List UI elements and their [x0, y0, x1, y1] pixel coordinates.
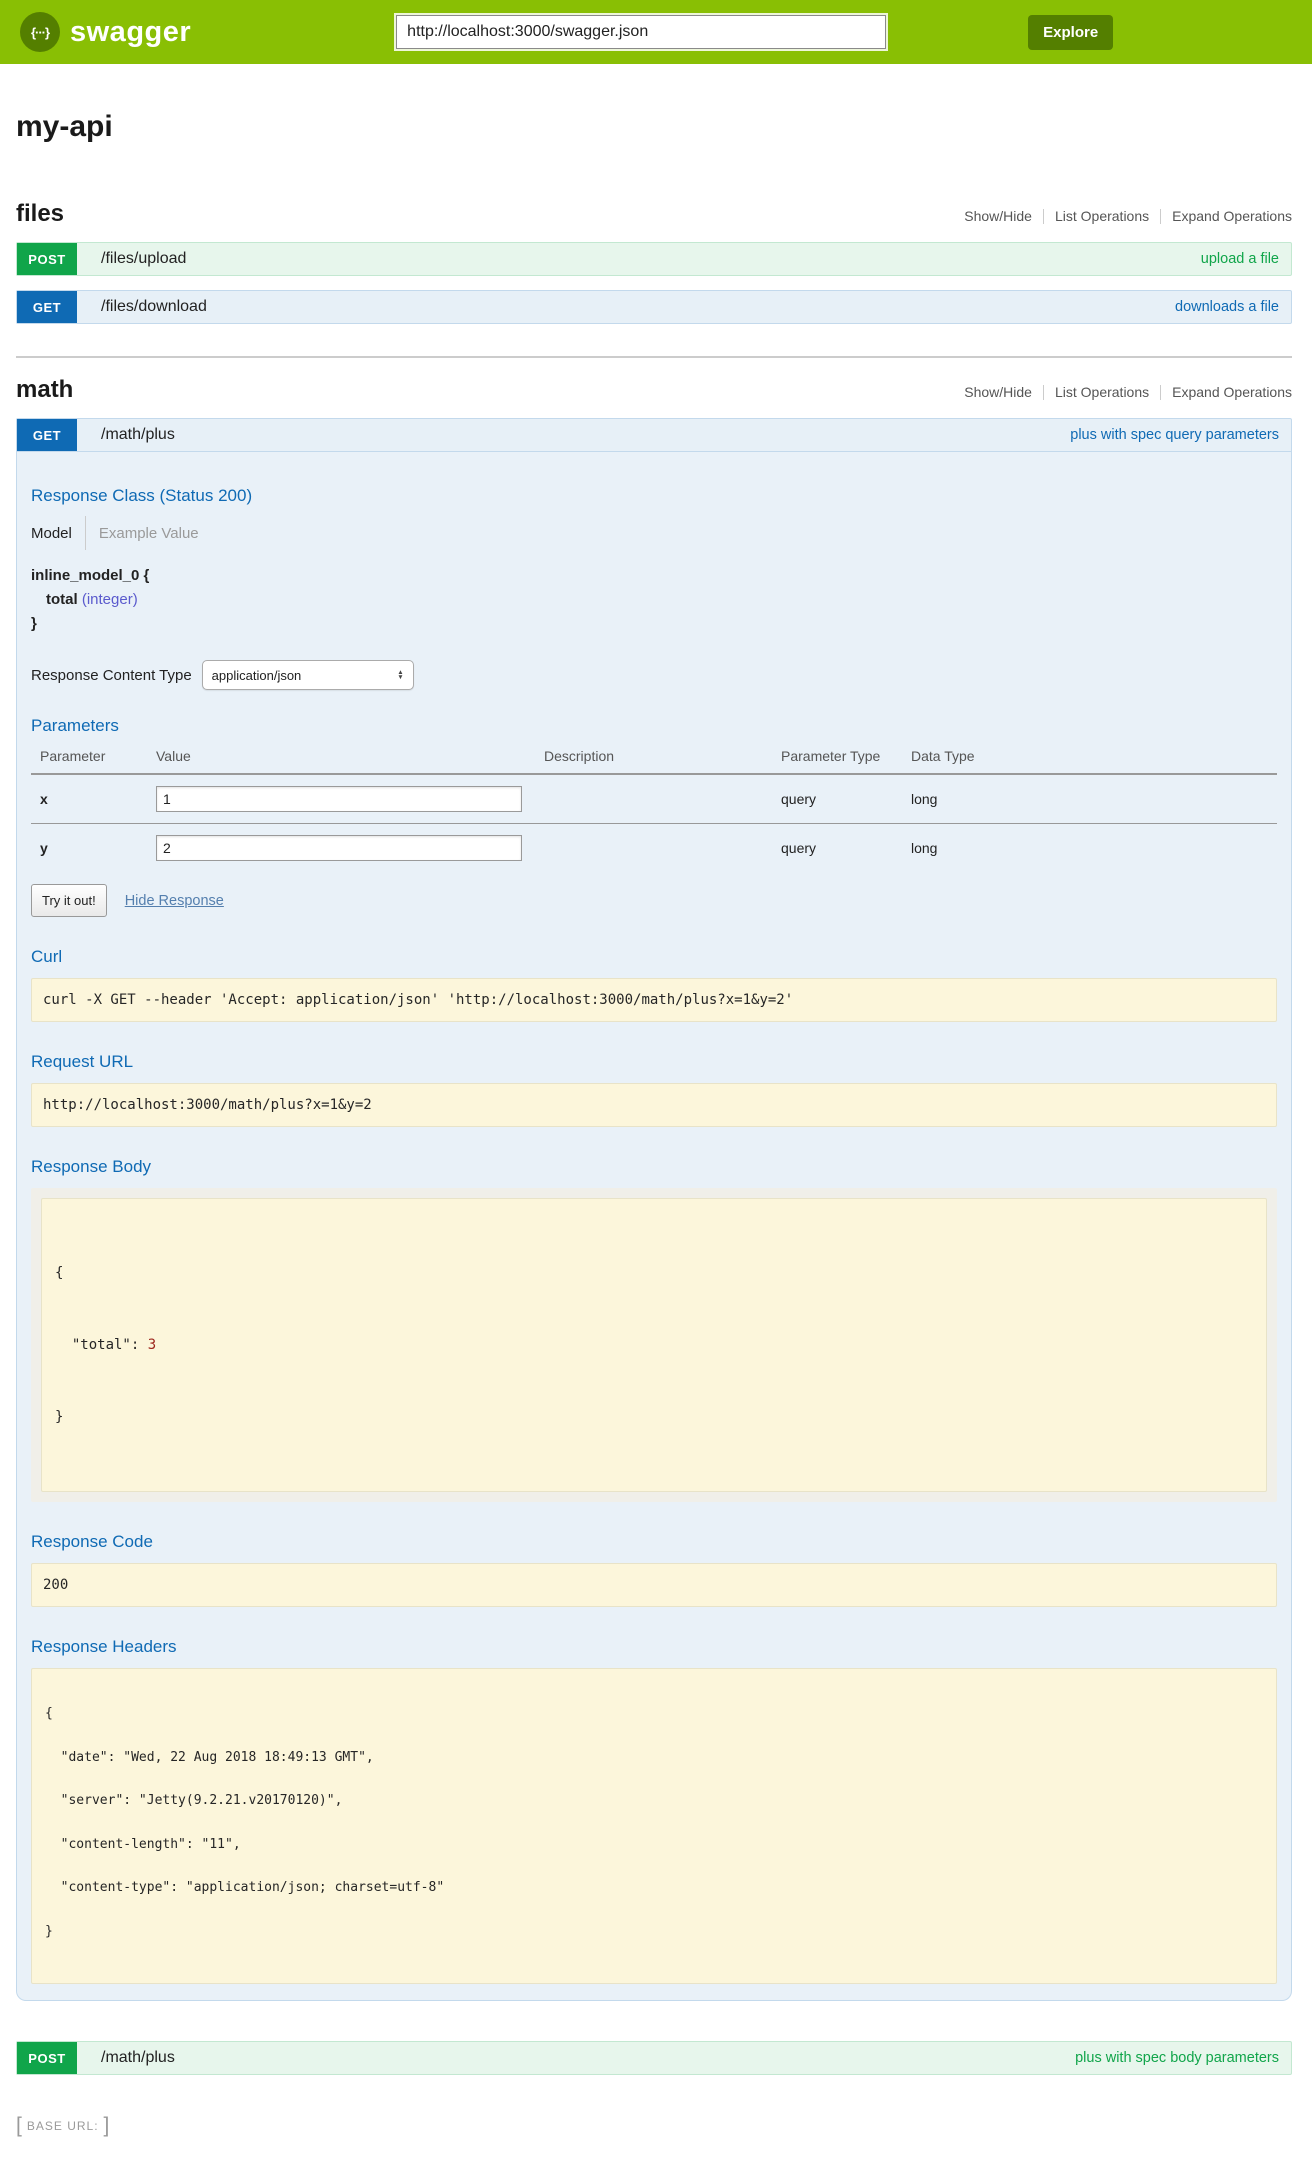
param-y-value-input[interactable]: [156, 835, 522, 861]
try-it-out-button[interactable]: Try it out!: [31, 884, 107, 917]
model-property-name: total: [46, 591, 78, 608]
math-section-header: math Show/Hide List Operations Expand Op…: [16, 376, 1292, 404]
get-math-plus-detail-panel: Response Class (Status 200) Model Exampl…: [16, 452, 1292, 2001]
col-header-data-type: Data Type: [911, 742, 1277, 774]
math-section: math Show/Hide List Operations Expand Op…: [16, 376, 1292, 2075]
tab-example-value[interactable]: Example Value: [86, 525, 199, 542]
request-url-heading: Request URL: [31, 1052, 1277, 1072]
operation-summary[interactable]: plus with spec query parameters: [1070, 427, 1279, 443]
param-data-type: long: [911, 824, 1277, 873]
response-body-frame: { "total": 3 }: [31, 1188, 1277, 1502]
response-body-value: 3: [148, 1337, 156, 1353]
model-signature: inline_model_0 { total (integer) }: [31, 564, 1277, 636]
operation-row-post-files-upload[interactable]: POST /files/upload upload a file: [16, 242, 1292, 276]
hide-response-link[interactable]: Hide Response: [125, 893, 224, 909]
selected-content-type: application/json: [212, 668, 302, 683]
col-header-description: Description: [544, 742, 781, 774]
math-list-operations-link[interactable]: List Operations: [1044, 384, 1160, 400]
response-headers-box: { "date": "Wed, 22 Aug 2018 18:49:13 GMT…: [31, 1668, 1277, 1984]
files-expand-operations-link[interactable]: Expand Operations: [1161, 208, 1292, 224]
response-content-type-label: Response Content Type: [31, 667, 192, 684]
response-code-heading: Response Code: [31, 1532, 1277, 1552]
top-bar: {···} swagger Explore: [0, 0, 1312, 64]
get-method-badge[interactable]: GET: [17, 291, 77, 323]
tab-model[interactable]: Model: [31, 525, 85, 542]
response-class-heading: Response Class (Status 200): [31, 486, 1277, 506]
operation-summary[interactable]: plus with spec body parameters: [1075, 2050, 1279, 2066]
curl-heading: Curl: [31, 947, 1277, 967]
operation-path[interactable]: /math/plus: [101, 426, 175, 444]
param-description: [544, 824, 781, 873]
param-type: query: [781, 824, 911, 873]
math-section-links: Show/Hide List Operations Expand Operati…: [953, 384, 1292, 400]
operation-path[interactable]: /files/upload: [101, 250, 186, 268]
response-body-heading: Response Body: [31, 1157, 1277, 1177]
get-method-badge[interactable]: GET: [17, 419, 77, 451]
param-name: x: [31, 774, 156, 824]
response-content-type-select[interactable]: application/json ▲ ▼: [202, 660, 414, 690]
math-expand-operations-link[interactable]: Expand Operations: [1161, 384, 1292, 400]
response-class-tabs: Model Example Value: [31, 516, 1277, 550]
param-row-x: x query long: [31, 774, 1277, 824]
curl-command-box: curl -X GET --header 'Accept: applicatio…: [31, 978, 1277, 1022]
param-type: query: [781, 774, 911, 824]
swagger-logo[interactable]: {···} swagger: [20, 12, 191, 52]
main-content: my-api files Show/Hide List Operations E…: [0, 110, 1312, 2165]
col-header-parameter-type: Parameter Type: [781, 742, 911, 774]
param-data-type: long: [911, 774, 1277, 824]
param-x-value-input[interactable]: [156, 786, 522, 812]
operation-row-get-math-plus[interactable]: GET /math/plus plus with spec query para…: [16, 418, 1292, 452]
response-content-type-row: Response Content Type application/json ▲…: [31, 660, 1277, 690]
post-method-badge[interactable]: POST: [17, 2042, 77, 2074]
files-list-operations-link[interactable]: List Operations: [1044, 208, 1160, 224]
response-body-box: { "total": 3 }: [41, 1198, 1267, 1492]
request-url-box: http://localhost:3000/math/plus?x=1&y=2: [31, 1083, 1277, 1127]
swagger-logo-text: swagger: [70, 16, 191, 49]
post-method-badge[interactable]: POST: [17, 243, 77, 275]
operation-path[interactable]: /math/plus: [101, 2049, 175, 2067]
model-property-type: (integer): [82, 591, 138, 608]
response-headers-heading: Response Headers: [31, 1637, 1277, 1657]
param-name: y: [31, 824, 156, 873]
model-property: total (integer): [31, 588, 1277, 612]
operation-row-post-math-plus[interactable]: POST /math/plus plus with spec body para…: [16, 2041, 1292, 2075]
operation-summary[interactable]: upload a file: [1201, 251, 1279, 267]
col-header-parameter: Parameter: [31, 742, 156, 774]
select-arrows-icon: ▲ ▼: [397, 670, 403, 681]
base-url-bracket-open: [: [16, 2117, 22, 2135]
parameters-table: Parameter Value Description Parameter Ty…: [31, 742, 1277, 872]
math-section-title[interactable]: math: [16, 376, 73, 404]
files-section-title[interactable]: files: [16, 200, 64, 228]
try-it-out-row: Try it out! Hide Response: [31, 884, 1277, 917]
response-code-box: 200: [31, 1563, 1277, 1607]
col-header-value: Value: [156, 742, 544, 774]
math-show-hide-link[interactable]: Show/Hide: [953, 384, 1043, 400]
files-section: files Show/Hide List Operations Expand O…: [16, 200, 1292, 324]
resource-divider: [16, 356, 1292, 358]
operation-path[interactable]: /files/download: [101, 298, 207, 316]
model-close-line: }: [31, 612, 1277, 636]
operation-row-get-files-download[interactable]: GET /files/download downloads a file: [16, 290, 1292, 324]
swagger-logo-icon: {···}: [20, 12, 60, 52]
files-section-header: files Show/Hide List Operations Expand O…: [16, 200, 1292, 228]
base-url-footer: [ BASE URL: ]: [16, 2117, 1292, 2135]
param-description: [544, 774, 781, 824]
parameters-heading: Parameters: [31, 716, 1277, 736]
operation-summary[interactable]: downloads a file: [1175, 299, 1279, 315]
model-open-line: inline_model_0 {: [31, 564, 1277, 588]
files-show-hide-link[interactable]: Show/Hide: [953, 208, 1043, 224]
base-url-label: BASE URL:: [27, 2119, 99, 2133]
explore-button[interactable]: Explore: [1028, 15, 1113, 50]
api-url-input[interactable]: [396, 15, 886, 49]
param-row-y: y query long: [31, 824, 1277, 873]
api-title: my-api: [16, 110, 1292, 144]
files-section-links: Show/Hide List Operations Expand Operati…: [953, 208, 1292, 224]
base-url-bracket-close: ]: [104, 2117, 110, 2135]
